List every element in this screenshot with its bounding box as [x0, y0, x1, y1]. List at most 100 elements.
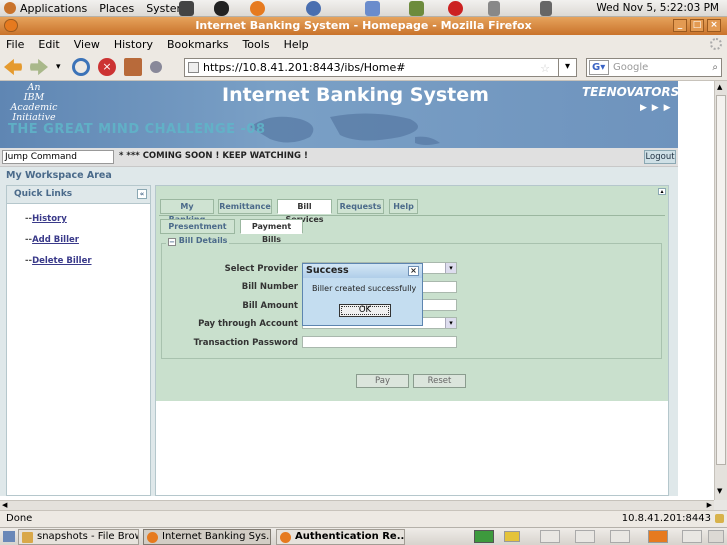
logout-button[interactable]: Logout [644, 150, 676, 164]
quick-link-history-label[interactable]: History [32, 214, 67, 224]
forward-arrow-icon[interactable] [30, 58, 48, 76]
status-bar: Done 10.8.41.201:8443 [0, 510, 727, 527]
chevron-down-icon[interactable]: ▾ [445, 318, 456, 328]
page-scrollbar[interactable]: ▲ ▼ [714, 81, 727, 500]
window-menu-icon[interactable] [4, 19, 18, 32]
bookmark-star-icon[interactable]: ☆ [540, 60, 550, 77]
tray-window-icon[interactable] [682, 530, 702, 543]
network-globe-icon[interactable] [306, 1, 321, 16]
maximize-icon[interactable]: □ [690, 19, 704, 32]
places-menu[interactable]: Places [99, 2, 134, 15]
menu-bookmarks[interactable]: Bookmarks [167, 38, 228, 51]
editor-icon[interactable] [365, 1, 380, 16]
applications-menu[interactable]: Applications [20, 2, 87, 15]
bill-number-label: Bill Number [241, 282, 298, 292]
workspace-5-icon[interactable] [610, 530, 630, 543]
quick-link-add-biller-label[interactable]: Add Biller [32, 235, 79, 245]
horizontal-scrollbar[interactable]: ◀ ▶ [0, 500, 714, 510]
home-icon[interactable] [124, 58, 142, 76]
tab-my-banking[interactable]: My Banking [160, 199, 214, 224]
scroll-right-icon[interactable]: ▶ [707, 501, 712, 509]
scroll-left-icon[interactable]: ◀ [2, 501, 7, 509]
tray-extra-icon[interactable] [708, 530, 724, 543]
clock[interactable]: Wed Nov 5, 5:22:03 PM [596, 2, 719, 14]
pay-button[interactable]: Pay [356, 374, 409, 388]
book-icon[interactable] [409, 1, 424, 16]
workspace-1-icon[interactable] [474, 530, 494, 543]
search-placeholder: Google [613, 62, 649, 73]
throbber-icon [710, 38, 722, 50]
menubar: File Edit View History Bookmarks Tools H… [0, 35, 727, 53]
workspace-2-icon[interactable] [504, 531, 520, 542]
workspace-4-icon[interactable] [575, 530, 595, 543]
dialog-ok-button[interactable]: OK [339, 304, 391, 317]
transaction-password-input[interactable] [302, 336, 457, 348]
collapse-content-icon[interactable]: ▴ [658, 188, 666, 195]
taskbar-item-file-browser[interactable]: snapshots - File Brow... [18, 529, 139, 545]
chevron-down-icon[interactable]: ▾ [445, 263, 456, 273]
taskbar-item-label: Internet Banking Sys... [162, 531, 271, 542]
quick-link-delete-biller[interactable]: --Delete Biller [25, 256, 92, 266]
teenovators-logo: TEENOVATORS [582, 85, 678, 99]
reload-icon[interactable] [72, 58, 90, 76]
firefox-icon[interactable] [250, 1, 265, 16]
terminal-icon[interactable] [179, 1, 194, 16]
close-icon[interactable]: × [707, 19, 721, 32]
subtab-payment-bills[interactable]: Payment Bills [240, 219, 303, 244]
quick-link-add-biller[interactable]: --Add Biller [25, 235, 79, 245]
menu-history[interactable]: History [114, 38, 153, 51]
google-icon[interactable]: G▾ [589, 60, 609, 75]
scroll-down-icon[interactable]: ▼ [717, 487, 722, 495]
volume-icon[interactable] [488, 1, 500, 16]
pay-through-account-label: Pay through Account [198, 319, 298, 329]
url-dropdown-icon[interactable]: ▾ [558, 58, 576, 77]
tray-firefox-icon[interactable] [648, 530, 668, 543]
firefox-icon [147, 532, 158, 543]
computer-icon[interactable] [540, 1, 552, 16]
opera-icon[interactable] [448, 1, 463, 16]
show-desktop-icon[interactable] [3, 531, 15, 542]
scroll-thumb[interactable] [716, 95, 726, 465]
dialog-title-bar[interactable]: Success × [303, 264, 422, 278]
subtab-presentment-bills[interactable]: Presentment Bills [160, 219, 235, 244]
gnome-foot-icon[interactable] [4, 2, 16, 14]
quick-links-header: Quick Links « [7, 186, 150, 204]
menu-tools[interactable]: Tools [242, 38, 269, 51]
stop-icon[interactable]: × [98, 58, 116, 76]
window-title: Internet Banking System - Homepage - Moz… [195, 19, 532, 32]
menu-help[interactable]: Help [284, 38, 309, 51]
quick-link-history[interactable]: --History [25, 214, 67, 224]
jump-command-input[interactable]: Jump Command [2, 150, 114, 164]
tab-remittance[interactable]: Remittance [218, 199, 272, 214]
search-box[interactable]: G▾ Google ⌕ [586, 58, 722, 77]
lock-icon[interactable] [715, 514, 724, 523]
link-prefix: -- [25, 256, 33, 266]
scroll-up-icon[interactable]: ▲ [717, 83, 722, 91]
minus-icon[interactable]: − [168, 238, 176, 246]
window-title-bar[interactable]: Internet Banking System - Homepage - Moz… [0, 17, 727, 35]
dialog-close-icon[interactable]: × [408, 266, 419, 276]
tab-help[interactable]: Help [389, 199, 418, 214]
penguin-icon[interactable] [214, 1, 229, 16]
quick-links-panel: Quick Links « --History --Add Biller --D… [6, 185, 151, 496]
collapse-panel-icon[interactable]: « [137, 189, 147, 199]
taskbar-item-firefox[interactable]: Internet Banking Sys... [143, 529, 271, 545]
main-content-panel: ▴ My Banking Remittance Bill Services Re… [155, 185, 669, 496]
minimize-icon[interactable]: _ [673, 19, 687, 32]
reset-button[interactable]: Reset [413, 374, 466, 388]
workspace-3-icon[interactable] [540, 530, 560, 543]
menu-edit[interactable]: Edit [38, 38, 59, 51]
menu-file[interactable]: File [6, 38, 24, 51]
tab-bill-services[interactable]: Bill Services [277, 199, 332, 224]
site-identity-icon[interactable] [188, 62, 199, 73]
history-dropdown-icon[interactable]: ▾ [56, 62, 61, 72]
url-bar[interactable]: https://10.8.41.201:8443/ibs/Home# ☆ ▾ [184, 58, 577, 77]
back-arrow-icon[interactable] [4, 58, 22, 76]
tab-requests[interactable]: Requests [337, 199, 384, 214]
taskbar-item-authentication[interactable]: Authentication Re... [276, 529, 405, 545]
site-title: Internet Banking System [222, 84, 489, 106]
quick-link-delete-biller-label[interactable]: Delete Biller [32, 256, 91, 266]
search-magnifier-icon[interactable]: ⌕ [712, 59, 718, 76]
extension-icon[interactable] [150, 61, 162, 73]
menu-view[interactable]: View [74, 38, 100, 51]
